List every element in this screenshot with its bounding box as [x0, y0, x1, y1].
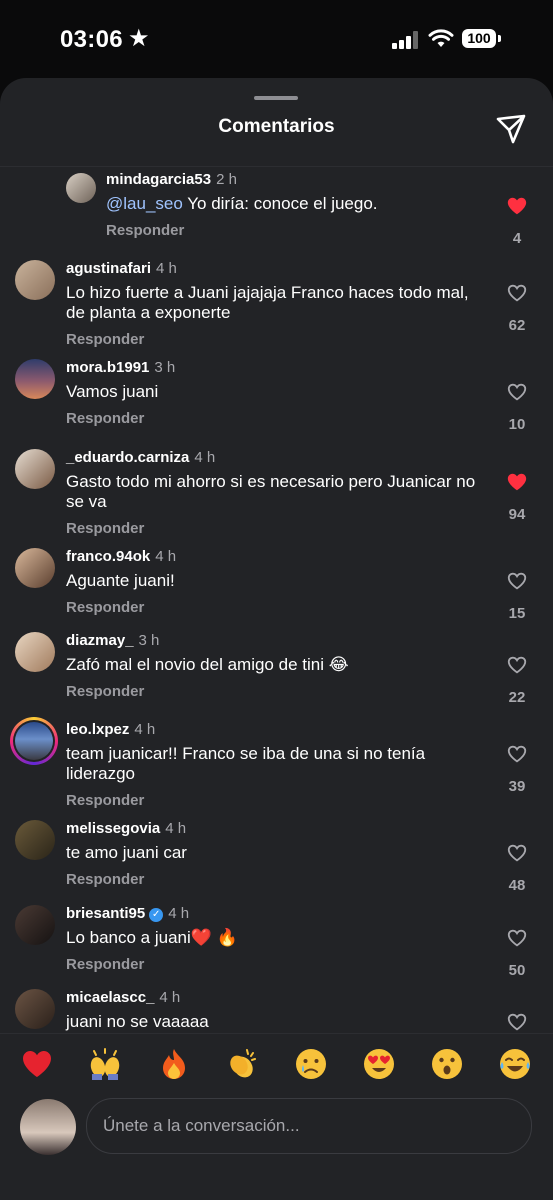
heart-filled-icon[interactable] [506, 471, 528, 493]
like-count: 4 [512, 230, 522, 247]
reply-button[interactable]: Responder [66, 956, 144, 973]
heart-outline-icon[interactable] [506, 927, 528, 949]
comment-text: Aguante juani! [66, 571, 175, 590]
comment-username[interactable]: franco.94ok 4 h [66, 548, 176, 565]
avatar[interactable] [15, 820, 55, 860]
like-count: 50 [508, 962, 526, 979]
avatar-story-ring[interactable] [10, 717, 58, 765]
share-icon[interactable] [494, 112, 528, 146]
comment-username[interactable]: melissegovia 4 h [66, 820, 186, 837]
comment-username[interactable]: leo.lxpez 4 h [66, 721, 155, 738]
status-time: 03:06 [60, 26, 123, 53]
status-bar: 03:06 ★ 100 [0, 0, 553, 80]
reply-button[interactable]: Responder [66, 520, 144, 537]
verified-badge-icon: ✓ [149, 908, 164, 922]
sheet-title: Comentarios [218, 116, 335, 137]
like-count: 10 [508, 416, 526, 433]
like-count: 62 [508, 317, 526, 334]
tears-of-joy-emoji-icon[interactable] [498, 1047, 532, 1081]
avatar[interactable] [15, 260, 55, 300]
focus-star-icon: ★ [128, 25, 150, 52]
heart-outline-icon[interactable] [506, 570, 528, 592]
like-count: 39 [508, 778, 526, 795]
sheet-drag-handle[interactable] [254, 96, 298, 100]
heart-outline-icon[interactable] [506, 1011, 528, 1033]
red-heart-emoji-icon[interactable] [20, 1047, 54, 1081]
cellular-signal-icon [392, 31, 420, 49]
avatar[interactable] [15, 905, 55, 945]
heart-outline-icon[interactable] [506, 842, 528, 864]
heart-outline-icon[interactable] [506, 654, 528, 676]
mention-link[interactable]: @lau_seo [106, 194, 183, 213]
heart-outline-icon[interactable] [506, 282, 528, 304]
comment-text: @lau_seo Yo diría: conoce el juego. [106, 194, 378, 213]
reply-button[interactable]: Responder [66, 792, 144, 809]
reply-button[interactable]: Responder [66, 871, 144, 888]
comment-username[interactable]: _eduardo.carniza 4 h [66, 449, 215, 466]
heart-outline-icon[interactable] [506, 743, 528, 765]
comment-text: Gasto todo mi ahorro si es necesario per… [66, 472, 476, 511]
like-count: 94 [508, 506, 526, 523]
comment-username[interactable]: briesanti95 ✓ 4 h [66, 905, 189, 922]
comment-username[interactable]: agustinafari 4 h [66, 260, 177, 277]
wifi-icon [428, 29, 454, 47]
reply-button[interactable]: Responder [66, 410, 144, 427]
heart-outline-icon[interactable] [506, 381, 528, 403]
comment-text: te amo juani car [66, 843, 187, 862]
reply-button[interactable]: Responder [66, 599, 144, 616]
comment-text: Zafó mal el novio del amigo de tini 😂 [66, 655, 349, 674]
like-count: 22 [508, 689, 526, 706]
like-count: 15 [508, 605, 526, 622]
reply-button[interactable]: Responder [66, 331, 144, 348]
battery-indicator: 100 [462, 29, 496, 48]
avatar[interactable] [15, 449, 55, 489]
like-count: 48 [508, 877, 526, 894]
current-user-avatar [20, 1099, 76, 1155]
comment-text: juani no se vaaaaa [66, 1012, 209, 1031]
comment-text: team juanicar!! Franco se iba de una si … [66, 744, 426, 783]
battery-tip [498, 35, 501, 42]
comments-sheet: Comentarios mindagarcia53 2 h @lau_seo Yo… [0, 78, 553, 1200]
reply-button[interactable]: Responder [66, 683, 144, 700]
comment-username[interactable]: mindagarcia53 2 h [106, 171, 237, 188]
comment-text: Lo hizo fuerte a Juani jajajaja Franco h… [66, 283, 469, 322]
avatar[interactable] [15, 548, 55, 588]
heart-eyes-emoji-icon[interactable] [362, 1047, 396, 1081]
fire-emoji-icon[interactable] [157, 1047, 191, 1081]
avatar[interactable] [15, 632, 55, 672]
avatar[interactable] [66, 173, 96, 203]
comment-list[interactable]: mindagarcia53 2 h @lau_seo Yo diría: cono… [0, 167, 553, 1033]
avatar [13, 720, 55, 762]
comment-input[interactable]: Únete a la conversación... [86, 1098, 532, 1154]
reply-button[interactable]: Responder [106, 222, 184, 239]
raised-hands-emoji-icon[interactable] [88, 1047, 122, 1081]
composer-area: Únete a la conversación... [0, 1033, 553, 1200]
comment-username[interactable]: mora.b1991 3 h [66, 359, 175, 376]
heart-filled-icon[interactable] [506, 195, 528, 217]
crying-face-emoji-icon[interactable] [294, 1047, 328, 1081]
avatar[interactable] [15, 359, 55, 399]
comment-text: Lo banco a juani❤️ 🔥 [66, 928, 238, 947]
comment-username[interactable]: micaelascc_ 4 h [66, 989, 180, 1006]
comment-username[interactable]: diazmay_ 3 h [66, 632, 159, 649]
avatar[interactable] [15, 989, 55, 1029]
comment-text: Vamos juani [66, 382, 159, 401]
comment-input-placeholder: Únete a la conversación... [103, 1116, 300, 1135]
surprised-face-emoji-icon[interactable] [430, 1047, 464, 1081]
clapping-hands-emoji-icon[interactable] [225, 1047, 259, 1081]
